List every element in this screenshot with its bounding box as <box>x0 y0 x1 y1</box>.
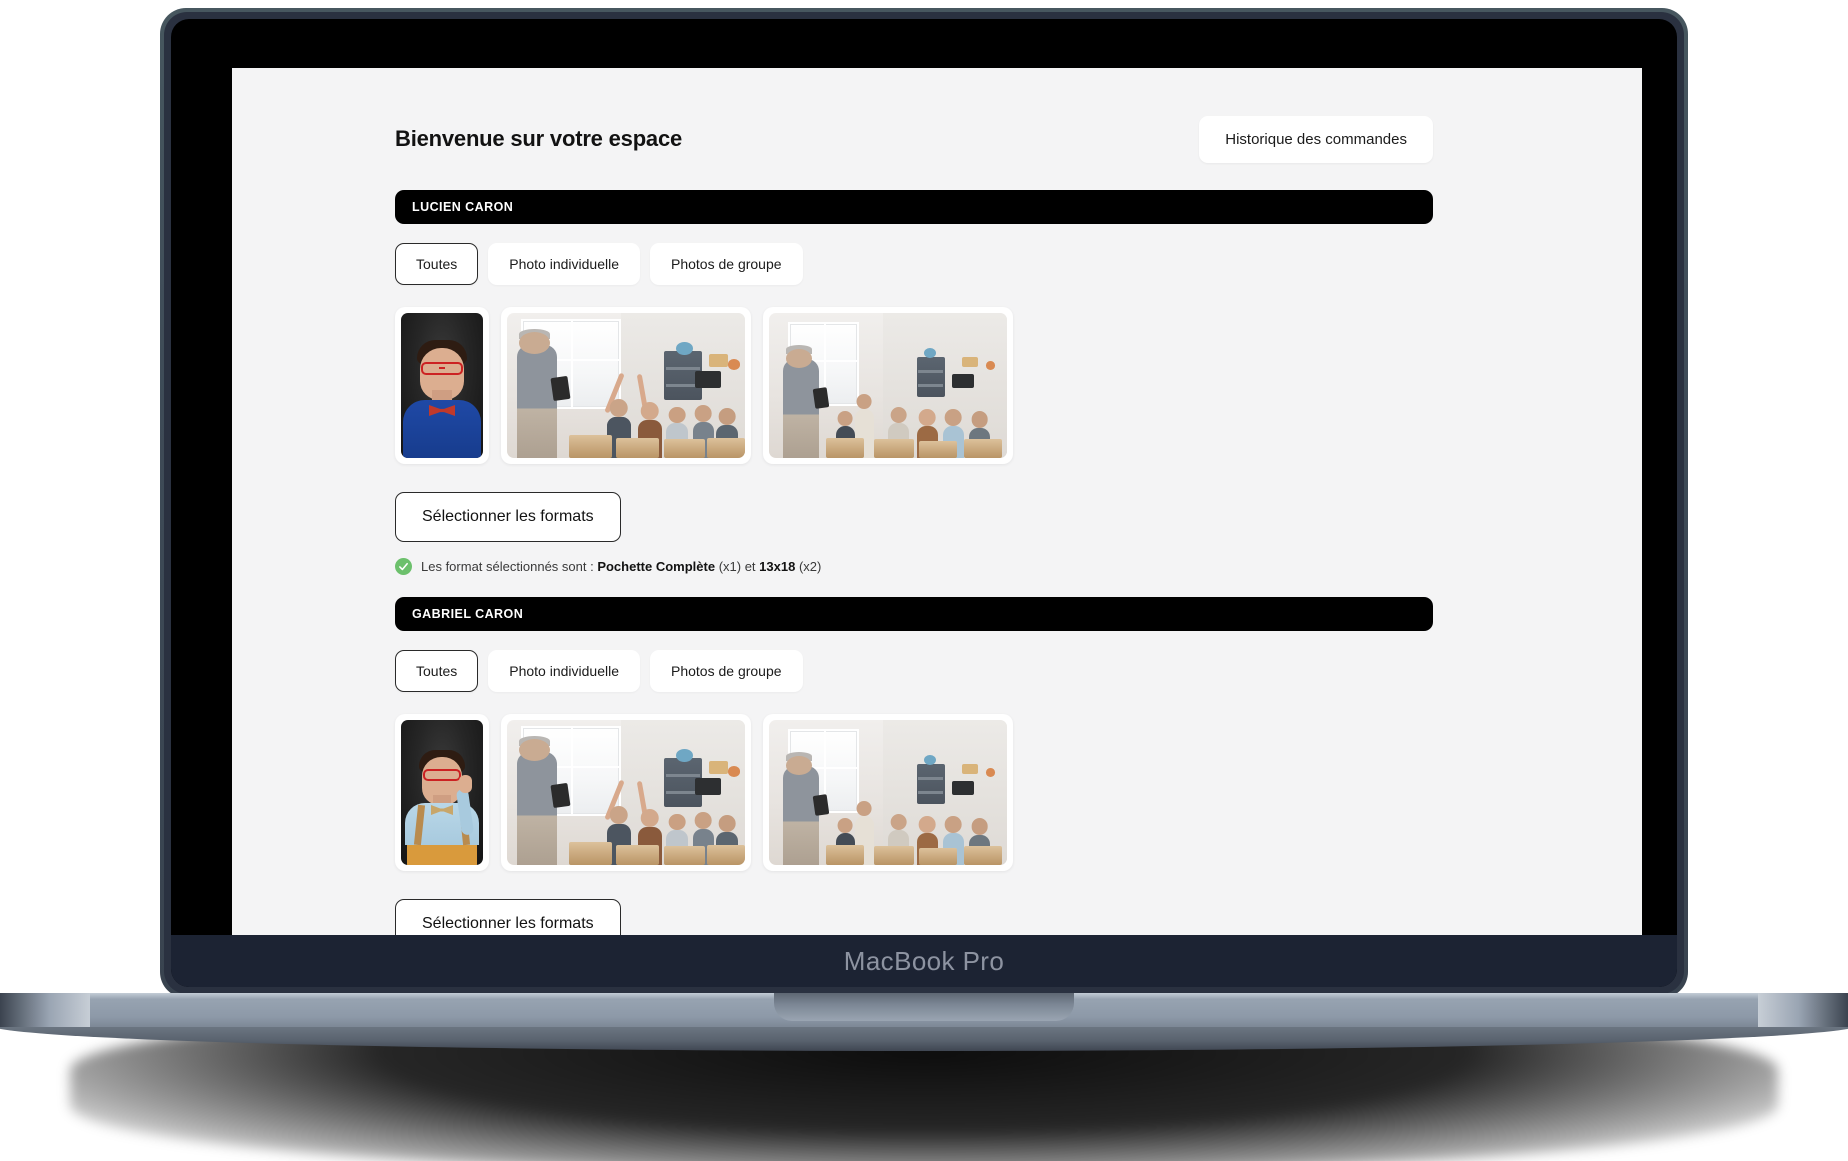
tab-toutes[interactable]: Toutes <box>395 650 479 692</box>
photo-thumbnail-classroom-1 <box>507 720 745 865</box>
person-block-gabriel: GABRIEL CARON Toutes Photo individuelle … <box>395 597 1433 950</box>
tab-toutes[interactable]: Toutes <box>395 243 479 285</box>
page-header: Bienvenue sur votre espace Historique de… <box>395 110 1433 168</box>
photo-thumbnail-portrait <box>401 720 483 865</box>
status-conjunction: et <box>741 559 760 574</box>
photo-strip <box>395 307 1433 464</box>
page-title: Bienvenue sur votre espace <box>395 126 683 151</box>
web-page: Bienvenue sur votre espace Historique de… <box>232 68 1642 950</box>
photo-filter-tabs: Toutes Photo individuelle Photos de grou… <box>395 243 1433 285</box>
photo-filter-tabs: Toutes Photo individuelle Photos de grou… <box>395 650 1433 692</box>
tab-photos-de-groupe[interactable]: Photos de groupe <box>650 650 803 692</box>
screen-viewport: Bienvenue sur votre espace Historique de… <box>232 68 1642 950</box>
laptop-base-front <box>0 1025 1848 1051</box>
laptop-base-notch <box>774 993 1074 1021</box>
photo-card-portrait[interactable] <box>395 307 489 464</box>
order-history-button[interactable]: Historique des commandes <box>1199 115 1433 163</box>
photo-card-portrait[interactable] <box>395 714 489 871</box>
tab-photo-individuelle[interactable]: Photo individuelle <box>488 243 640 285</box>
photo-card-group-1[interactable] <box>501 307 751 464</box>
laptop-lid: Bienvenue sur votre espace Historique de… <box>160 8 1688 998</box>
status-qty-1: (x1) <box>718 559 742 574</box>
status-text: Les format sélectionnés sont : Pochette … <box>421 559 821 574</box>
selected-formats-status: Les format sélectionnés sont : Pochette … <box>395 558 1433 575</box>
person-block-lucien: LUCIEN CARON Toutes Photo individuelle P… <box>395 190 1433 575</box>
laptop-bezel: Bienvenue sur votre espace Historique de… <box>171 19 1677 987</box>
device-model-label: MacBook Pro <box>843 945 1005 976</box>
status-format-1: Pochette Complète <box>597 559 716 574</box>
person-name-bar: LUCIEN CARON <box>395 190 1433 224</box>
laptop-base <box>0 993 1848 1053</box>
check-circle-icon <box>395 558 412 575</box>
laptop-bezel-chin: MacBook Pro <box>171 935 1677 987</box>
photo-card-group-2[interactable] <box>763 307 1013 464</box>
status-prefix: Les format sélectionnés sont : <box>421 559 598 574</box>
photo-card-group-1[interactable] <box>501 714 751 871</box>
tab-photos-de-groupe[interactable]: Photos de groupe <box>650 243 803 285</box>
photo-thumbnail-classroom-2 <box>769 720 1007 865</box>
screenshot-stage: Bienvenue sur votre espace Historique de… <box>0 0 1848 1161</box>
photo-card-group-2[interactable] <box>763 714 1013 871</box>
content-column: Bienvenue sur votre espace Historique de… <box>395 68 1433 950</box>
status-format-2: 13x18 <box>759 559 796 574</box>
photo-thumbnail-portrait <box>401 313 483 458</box>
tab-photo-individuelle[interactable]: Photo individuelle <box>488 650 640 692</box>
photo-thumbnail-classroom-2 <box>769 313 1007 458</box>
person-name-bar: GABRIEL CARON <box>395 597 1433 631</box>
photo-strip <box>395 714 1433 871</box>
status-qty-2: (x2) <box>798 559 822 574</box>
photo-thumbnail-classroom-1 <box>507 313 745 458</box>
select-formats-button[interactable]: Sélectionner les formats <box>395 492 621 542</box>
